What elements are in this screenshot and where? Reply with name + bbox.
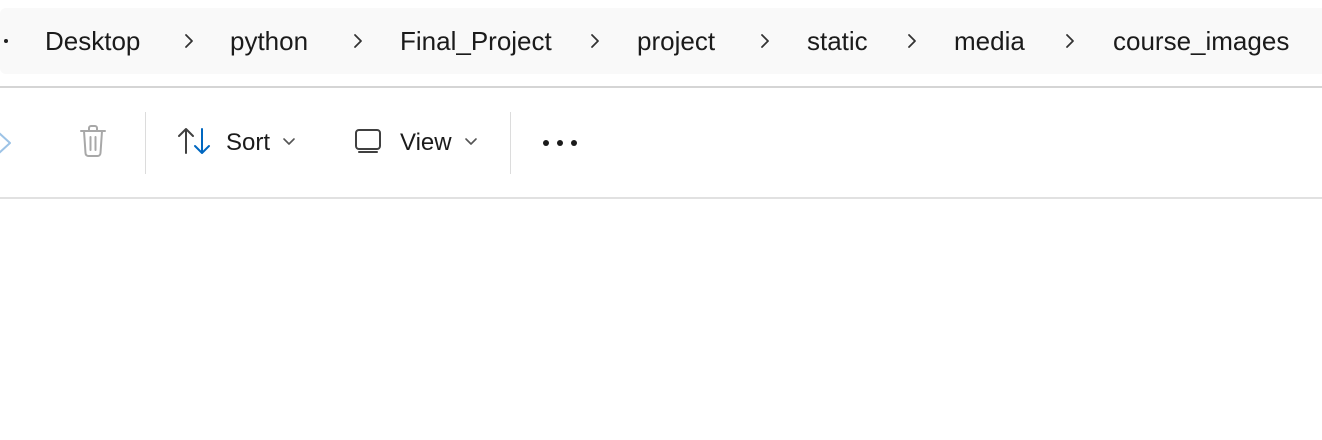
breadcrumb-item-project[interactable]: project <box>633 8 719 74</box>
breadcrumb-item-final-project[interactable]: Final_Project <box>396 8 556 74</box>
breadcrumb-overflow-icon[interactable] <box>4 39 8 43</box>
sort-label: Sort <box>226 129 271 156</box>
more-options-button[interactable] <box>530 108 590 178</box>
chevron-right-icon[interactable] <box>180 32 198 50</box>
sort-button[interactable]: Sort <box>170 108 310 178</box>
breadcrumb[interactable]: Desktop python Final_Project project sta… <box>0 8 1322 74</box>
breadcrumb-item-media[interactable]: media <box>950 8 1029 74</box>
toolbar-divider <box>145 112 146 174</box>
delete-icon <box>78 124 108 163</box>
delete-button[interactable] <box>66 108 120 178</box>
chevron-down-icon <box>464 134 478 152</box>
file-explorer-window: Desktop python Final_Project project sta… <box>0 0 1322 440</box>
share-icon <box>0 128 14 163</box>
file-list-area[interactable] <box>0 199 1322 440</box>
breadcrumb-item-static[interactable]: static <box>803 8 872 74</box>
more-options-icon <box>542 134 578 152</box>
toolbar-divider <box>510 112 511 174</box>
chevron-right-icon[interactable] <box>349 32 367 50</box>
view-button[interactable]: View <box>348 108 488 178</box>
view-icon <box>354 128 382 159</box>
share-button[interactable] <box>0 108 24 178</box>
breadcrumb-item-course-images[interactable]: course_images <box>1109 8 1293 74</box>
sort-icon <box>176 126 212 161</box>
chevron-right-icon[interactable] <box>756 32 774 50</box>
chevron-right-icon[interactable] <box>903 32 921 50</box>
view-label: View <box>400 129 452 156</box>
chevron-right-icon[interactable] <box>1061 32 1079 50</box>
chevron-down-icon <box>282 134 296 152</box>
breadcrumb-item-python[interactable]: python <box>226 8 312 74</box>
command-bar: Sort View <box>0 88 1322 197</box>
breadcrumb-item-desktop[interactable]: Desktop <box>41 8 144 74</box>
chevron-right-icon[interactable] <box>586 32 604 50</box>
